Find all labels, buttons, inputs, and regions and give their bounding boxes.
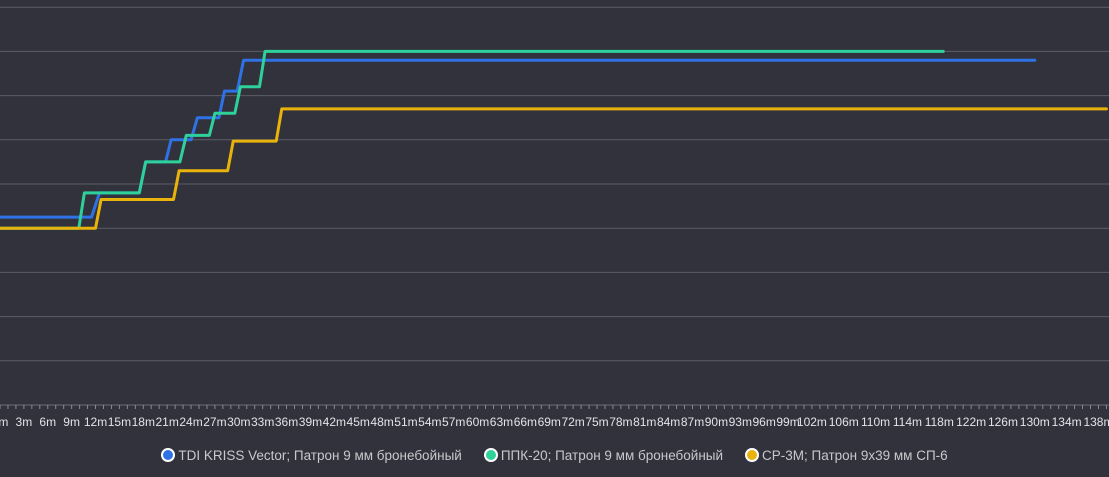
legend-label: СР-3М; Патрон 9х39 мм СП-6 bbox=[762, 447, 948, 463]
x-tick-label: 134m bbox=[1052, 415, 1082, 429]
x-tick-label: 27m bbox=[203, 415, 226, 429]
x-tick-label: 87m bbox=[681, 415, 704, 429]
gridlines bbox=[0, 6, 1109, 362]
x-tick-label: 54m bbox=[418, 415, 441, 429]
x-tick-label: 42m bbox=[323, 415, 346, 429]
x-tick-label: 33m bbox=[251, 415, 274, 429]
x-tick-label: 118m bbox=[925, 415, 954, 429]
x-axis-minor-ticks bbox=[0, 405, 1107, 409]
x-tick-label: 39m bbox=[299, 415, 322, 429]
x-tick-label: 36m bbox=[275, 415, 298, 429]
x-tick-label: 57m bbox=[442, 415, 465, 429]
legend-label: ППК-20; Патрон 9 мм бронебойный bbox=[500, 447, 724, 463]
x-tick-label: 78m bbox=[609, 415, 632, 429]
x-tick-label: 30m bbox=[227, 415, 250, 429]
x-tick-label: 102m bbox=[797, 415, 827, 429]
x-tick-label: 84m bbox=[657, 415, 680, 429]
legend-item-sr-3m[interactable]: СР-3М; Патрон 9х39 мм СП-6 bbox=[745, 448, 948, 463]
x-tick-label: 24m bbox=[179, 415, 202, 429]
x-tick-label: 45m bbox=[347, 415, 370, 429]
x-tick-label: 60m bbox=[466, 415, 489, 429]
x-tick-label: 18m bbox=[132, 415, 155, 429]
x-tick-label: 106m bbox=[829, 415, 859, 429]
series-line-2 bbox=[0, 107, 1108, 230]
chart-legend: TDI KRISS Vector; Патрон 9 мм бронебойны… bbox=[0, 444, 1109, 466]
x-tick-label: 3m bbox=[16, 415, 33, 429]
x-tick-label: 51m bbox=[394, 415, 417, 429]
legend-marker bbox=[483, 448, 498, 462]
x-tick-label: 72m bbox=[561, 415, 584, 429]
x-tick-label: 66m bbox=[514, 415, 537, 429]
line-chart: 0m 3m 6m 9m 12m15m18m21m24m27m30m33m36m39m42… bbox=[0, 6, 1109, 429]
legend-item-kriss-vector[interactable]: TDI KRISS Vector; Патрон 9 мм бронебойны… bbox=[161, 447, 462, 463]
x-tick-label: 93m bbox=[729, 415, 752, 429]
legend-label: TDI KRISS Vector; Патрон 9 мм бронебойны… bbox=[178, 447, 462, 463]
x-tick-label: 15m bbox=[108, 415, 131, 429]
x-tick-label: 130m bbox=[1020, 415, 1050, 429]
legend-marker bbox=[745, 448, 760, 462]
series-line-0 bbox=[0, 58, 1037, 219]
x-tick-label: 114m bbox=[893, 415, 922, 429]
x-tick-label: 126m bbox=[988, 415, 1018, 429]
x-tick-label: 48m bbox=[370, 415, 393, 429]
x-tick-label: 12m bbox=[84, 415, 107, 429]
x-tick-label: 75m bbox=[585, 415, 608, 429]
x-tick-label: 122m bbox=[956, 415, 986, 429]
x-tick-label: 138m bbox=[1083, 415, 1109, 429]
x-tick-label: 110m bbox=[861, 415, 890, 429]
x-tick-label: 96m bbox=[752, 415, 775, 429]
x-axis-tick-labels: 0m 3m 6m 9m 12m15m18m21m24m27m30m33m36m39m42… bbox=[0, 415, 1109, 429]
legend-marker bbox=[161, 448, 176, 462]
x-tick-label: 6m bbox=[39, 415, 56, 429]
x-tick-label: 63m bbox=[490, 415, 513, 429]
x-tick-label: 81m bbox=[633, 415, 656, 429]
legend-item-ppk-20[interactable]: ППК-20; Патрон 9 мм бронебойный bbox=[483, 447, 724, 463]
x-tick-label: 0m bbox=[0, 415, 8, 429]
x-tick-label: 21m bbox=[155, 415, 178, 429]
x-tick-label: 90m bbox=[705, 415, 728, 429]
x-tick-label: 9m bbox=[63, 415, 80, 429]
x-tick-label: 69m bbox=[538, 415, 561, 429]
